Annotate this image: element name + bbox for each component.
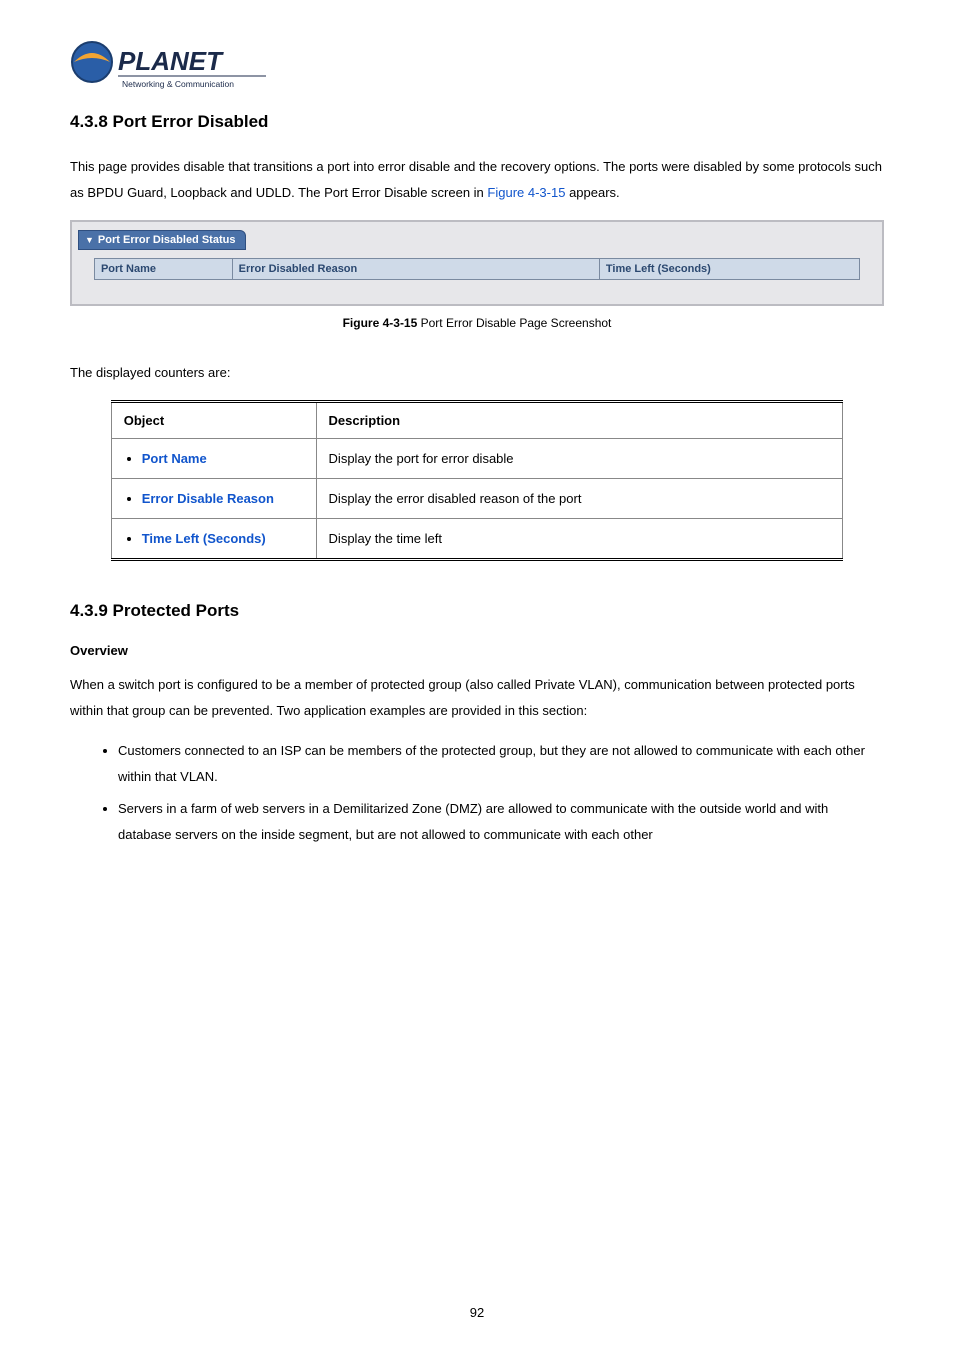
- section-heading-port-error-disabled: 4.3.8 Port Error Disabled: [70, 112, 884, 132]
- cell-description: Display the port for error disable: [316, 439, 843, 479]
- screenshot-tab: ▼ Port Error Disabled Status: [78, 230, 246, 250]
- intro-text-post: appears.: [565, 185, 619, 200]
- col-header-time-left: Time Left (Seconds): [599, 259, 859, 280]
- cell-description: Display the time left: [316, 519, 843, 560]
- logo-tagline-text: Networking & Communication: [122, 79, 234, 89]
- cell-description: Display the error disabled reason of the…: [316, 479, 843, 519]
- planet-logo-svg: PLANET Networking & Communication: [70, 40, 270, 94]
- counters-intro: The displayed counters are:: [70, 360, 884, 386]
- intro-paragraph: This page provides disable that transiti…: [70, 154, 884, 206]
- intro-text-pre: This page provides disable that transiti…: [70, 159, 882, 200]
- header-description: Description: [316, 402, 843, 439]
- figure-ref-link[interactable]: Figure 4-3-15: [487, 185, 565, 200]
- overview-text: When a switch port is configured to be a…: [70, 672, 884, 724]
- section-heading-protected-ports: 4.3.9 Protected Ports: [70, 601, 884, 621]
- figure-caption: Figure 4-3-15 Port Error Disable Page Sc…: [70, 316, 884, 330]
- object-link-error-disable-reason[interactable]: Error Disable Reason: [142, 491, 274, 506]
- col-header-error-reason: Error Disabled Reason: [232, 259, 599, 280]
- list-item: Servers in a farm of web servers in a De…: [118, 796, 884, 848]
- col-header-port-name: Port Name: [94, 259, 232, 280]
- overview-label: Overview: [70, 643, 884, 658]
- cell-object: Port Name: [111, 439, 316, 479]
- header-object: Object: [111, 402, 316, 439]
- logo-brand-text: PLANET: [118, 46, 224, 76]
- cell-object: Error Disable Reason: [111, 479, 316, 519]
- table-row: Error Disable Reason Display the error d…: [111, 479, 843, 519]
- figure-caption-text: Port Error Disable Page Screenshot: [417, 316, 611, 330]
- list-item: Customers connected to an ISP can be mem…: [118, 738, 884, 790]
- screenshot-tab-label: Port Error Disabled Status: [98, 234, 236, 246]
- brand-logo: PLANET Networking & Communication: [70, 40, 884, 94]
- object-link-time-left[interactable]: Time Left (Seconds): [142, 531, 266, 546]
- page-number: 92: [0, 1305, 954, 1320]
- screenshot-port-error-disabled: ▼ Port Error Disabled Status Port Name Er…: [70, 220, 884, 306]
- screenshot-table: Port Name Error Disabled Reason Time Lef…: [94, 258, 860, 280]
- table-row: Port Name Error Disabled Reason Time Lef…: [94, 259, 859, 280]
- object-link-port-name[interactable]: Port Name: [142, 451, 207, 466]
- overview-bullet-list: Customers connected to an ISP can be mem…: [70, 738, 884, 848]
- chevron-down-icon: ▼: [85, 235, 94, 245]
- table-header-row: Object Description: [111, 402, 843, 439]
- table-row: Time Left (Seconds) Display the time lef…: [111, 519, 843, 560]
- table-row: Port Name Display the port for error dis…: [111, 439, 843, 479]
- cell-object: Time Left (Seconds): [111, 519, 316, 560]
- object-description-table: Object Description Port Name Display the…: [111, 400, 844, 561]
- figure-label: Figure 4-3-15: [343, 316, 418, 330]
